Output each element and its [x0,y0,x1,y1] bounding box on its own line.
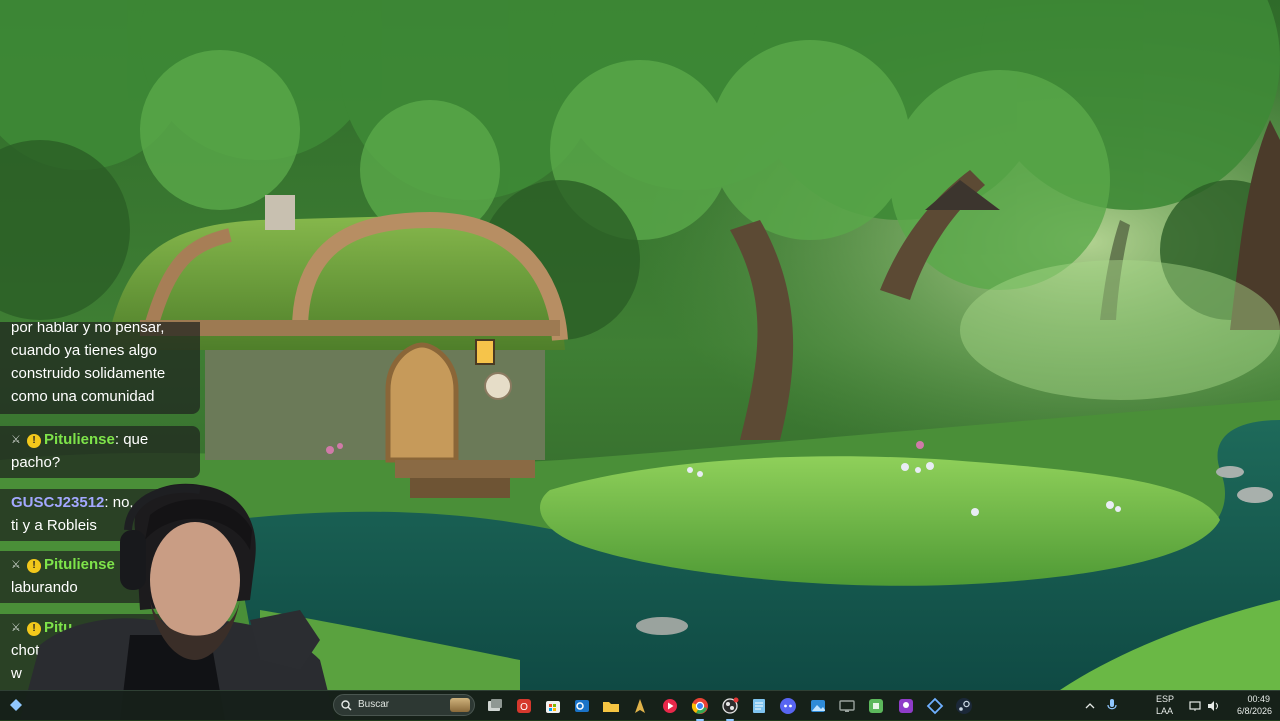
clock-date[interactable]: 6/8/2026 [1237,706,1272,716]
network-button[interactable] [1188,699,1202,713]
folder-icon [603,702,619,712]
media-player-icon [663,699,677,713]
show-hidden-icons-button[interactable] [1084,699,1096,711]
windows-logo-icon [10,699,22,711]
taskbar-app-blue[interactable] [925,696,945,716]
microphone-icon [1107,699,1117,710]
task-view-icon [488,699,502,711]
chat-message-line: cuando ya tienes algo [11,342,157,359]
notepad-icon [753,699,765,713]
chat-message-line: como una comunidad [11,388,155,405]
remote-desktop-icon [839,700,855,712]
moderator-sword-icon: ⚔ [11,434,21,446]
green-app-icon [869,699,883,713]
photos-icon [811,700,825,712]
webcam-overlay [20,483,335,720]
outlook-icon [575,700,589,712]
chat-message-line: construido solidamente [11,365,166,382]
discord-icon [780,698,796,714]
taskbar-app-discord[interactable] [778,696,798,716]
chevron-up-icon [1085,703,1095,709]
taskbar-search-box[interactable]: Buscar [333,694,475,716]
taskbar-app-steam[interactable] [954,696,974,716]
taskbar-app-office[interactable]: O [514,696,534,716]
search-placeholder: Buscar [358,699,390,710]
taskbar-app-remote[interactable] [837,696,857,716]
purple-app-icon [899,699,913,713]
taskbar-app-store[interactable] [543,696,563,716]
volume-icon [1208,701,1219,711]
alert-badge-icon: ! [27,434,41,448]
blue-app-icon [926,697,944,715]
task-view-button[interactable] [485,696,505,716]
svg-text:O: O [520,702,528,713]
taskbar-app-edge[interactable] [630,696,650,716]
taskbar-app-green[interactable] [866,696,886,716]
input-layout-label[interactable]: LAA [1156,706,1173,716]
chrome-icon [691,698,708,714]
taskbar-app-file-explorer[interactable] [601,696,621,716]
chat-username: Pituliense [44,431,115,448]
store-icon [546,701,560,713]
search-highlight-image [450,698,470,712]
steam-icon [956,698,972,714]
taskbar-app-photos[interactable] [808,696,828,716]
edge-dev-icon [635,699,645,713]
taskbar-app-obs[interactable] [720,696,740,721]
input-language-label[interactable]: ESP [1156,694,1174,704]
search-icon [341,700,352,711]
chat-text: que [119,431,149,448]
taskbar-app-notepad[interactable] [749,696,769,716]
clock-time[interactable]: 00:49 [1247,694,1270,704]
chat-message-line: por hablar y no pensar, [11,322,165,336]
microphone-button[interactable] [1106,698,1118,712]
system-tray: ESP LAA 00:49 6/8/2026 [1085,691,1280,721]
taskbar-app-media[interactable] [660,696,680,716]
obs-icon [722,697,739,714]
network-icon [1189,701,1201,711]
office-icon: O [517,699,531,713]
taskbar-app-chrome[interactable] [690,696,710,721]
start-button[interactable] [8,697,26,715]
taskbar-app-outlook[interactable] [572,696,592,716]
taskbar-app-purple[interactable] [896,696,916,716]
volume-button[interactable] [1206,699,1220,713]
chat-message: por hablar y no pensar, cuando ya tienes… [0,322,200,414]
taskbar: Buscar O ESP LAA 00:49 6/8/2026 [0,690,1280,721]
